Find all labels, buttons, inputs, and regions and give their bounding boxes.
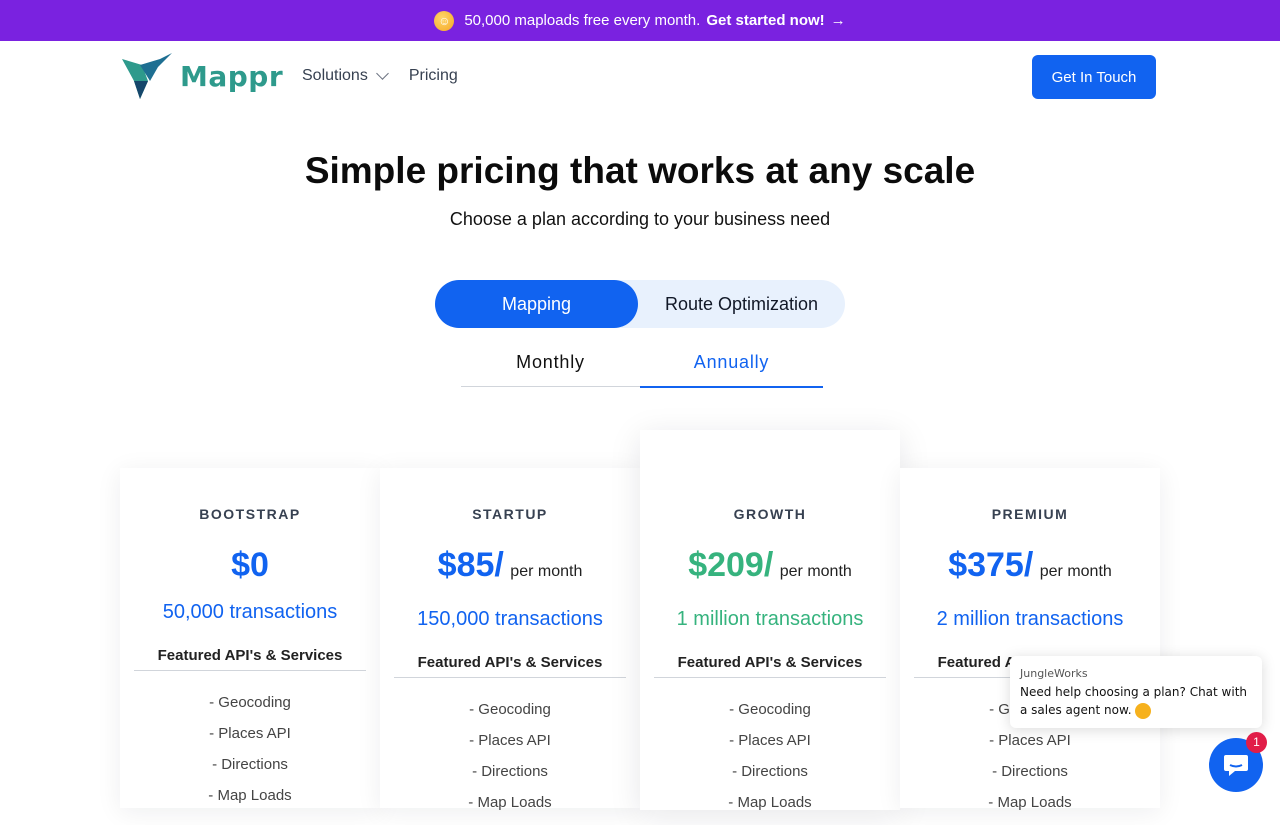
- plan-name: GROWTH: [733, 506, 807, 522]
- list-item: - Places API: [469, 732, 551, 749]
- promo-text: 50,000 maploads free every month.: [464, 12, 701, 29]
- list-item: - Map Loads: [728, 794, 812, 811]
- plan-transactions: 1 million transactions: [676, 608, 864, 630]
- features-title: Featured API's & Services: [394, 654, 626, 678]
- brand-name: Mappr: [180, 59, 284, 93]
- plan-price: $209/: [688, 546, 774, 584]
- chat-agent-name: JungleWorks: [1020, 667, 1088, 680]
- list-item: - Map Loads: [468, 794, 552, 811]
- chevron-down-icon: [375, 67, 389, 80]
- features-list: - Geocoding - Places API - Directions - …: [120, 694, 380, 818]
- plan-period: per month: [779, 563, 852, 580]
- chat-popup[interactable]: JungleWorks Need help choosing a plan? C…: [1010, 656, 1262, 728]
- nav-item-label: Solutions: [302, 67, 368, 84]
- list-item: - Directions: [992, 763, 1068, 780]
- billing-tabs: Monthly Annually: [461, 344, 823, 388]
- plan-period: per month: [1039, 563, 1112, 580]
- promo-banner[interactable]: ☺ 50,000 maploads free every month. Get …: [0, 0, 1280, 41]
- chat-message: Need help choosing a plan? Chat with a s…: [1020, 683, 1256, 719]
- chat-bubble-icon: [1224, 755, 1248, 776]
- get-in-touch-button[interactable]: Get In Touch: [1032, 55, 1156, 99]
- unread-count-badge: 1: [1246, 732, 1267, 753]
- list-item: - Directions: [472, 763, 548, 780]
- features-list: - Geocoding - Places API - Directions - …: [640, 701, 900, 825]
- nav-item-pricing[interactable]: Pricing: [409, 67, 458, 85]
- chat-message-text: Need help choosing a plan? Chat with a s…: [1020, 685, 1248, 717]
- plan-transactions: 50,000 transactions: [162, 601, 338, 623]
- product-toggle: Mapping Route Optimization: [435, 280, 845, 328]
- plan-name: STARTUP: [472, 506, 548, 522]
- plan-card-premium: PREMIUM $375/ per month 2 million transa…: [900, 468, 1160, 811]
- tab-annually[interactable]: Annually: [640, 344, 823, 388]
- list-item: - Geocoding: [209, 694, 291, 711]
- list-item: - Geocoding: [729, 701, 811, 718]
- plan-price: $375/: [948, 546, 1034, 584]
- toggle-mapping[interactable]: Mapping: [435, 280, 638, 328]
- plan-price-row: $0: [120, 546, 380, 585]
- plan-price-row: $209/ per month: [640, 546, 900, 585]
- plan-transactions: 150,000 transactions: [417, 608, 603, 630]
- features-list: - Geocoding - Places API - Directions - …: [380, 701, 640, 825]
- plan-period: per month: [510, 563, 583, 580]
- plan-price: $0: [231, 546, 269, 584]
- nav-links: Solutions Pricing: [302, 67, 458, 85]
- page-title: Simple pricing that works at any scale: [304, 150, 976, 191]
- list-item: - Geocoding: [469, 701, 551, 718]
- plan-card-growth: GROWTH $209/ per month 1 million transac…: [640, 430, 900, 811]
- page-subtitle: Choose a plan according to your business…: [449, 209, 831, 229]
- smile-emoji-icon: [1135, 702, 1152, 719]
- toggle-route-optimization[interactable]: Route Optimization: [638, 280, 845, 328]
- list-item: - Places API: [729, 732, 811, 749]
- top-nav: Mappr Solutions Pricing Get In Touch: [0, 41, 1280, 113]
- tab-monthly[interactable]: Monthly: [461, 344, 640, 387]
- plan-card-startup: STARTUP $85/ per month 150,000 transacti…: [380, 468, 640, 811]
- features-title: Featured API's & Services: [134, 647, 366, 671]
- promo-cta-link[interactable]: Get started now!: [706, 12, 824, 29]
- list-item: - Places API: [989, 732, 1071, 749]
- plan-price-row: $375/ per month: [900, 546, 1160, 585]
- hummingbird-logo-icon: [122, 53, 172, 99]
- list-item: - Directions: [732, 763, 808, 780]
- plan-price-row: $85/ per month: [380, 546, 640, 585]
- plan-price: $85/: [437, 546, 504, 584]
- list-item: - Map Loads: [208, 787, 292, 804]
- list-item: - Map Loads: [988, 794, 1072, 811]
- plan-name: PREMIUM: [991, 506, 1069, 522]
- nav-item-label: Pricing: [408, 67, 458, 84]
- list-item: - Places API: [209, 725, 291, 742]
- arrow-right-icon: →: [830, 12, 846, 29]
- nav-item-solutions[interactable]: Solutions: [302, 67, 389, 85]
- list-item: - Directions: [212, 756, 288, 773]
- brand-logo[interactable]: Mappr: [120, 51, 283, 101]
- features-title: Featured API's & Services: [654, 654, 886, 678]
- party-emoji-icon: ☺: [434, 10, 455, 31]
- plan-name: BOOTSTRAP: [199, 506, 301, 522]
- plan-card-bootstrap: BOOTSTRAP $0 50,000 transactions Feature…: [120, 468, 380, 808]
- plan-transactions: 2 million transactions: [936, 608, 1124, 630]
